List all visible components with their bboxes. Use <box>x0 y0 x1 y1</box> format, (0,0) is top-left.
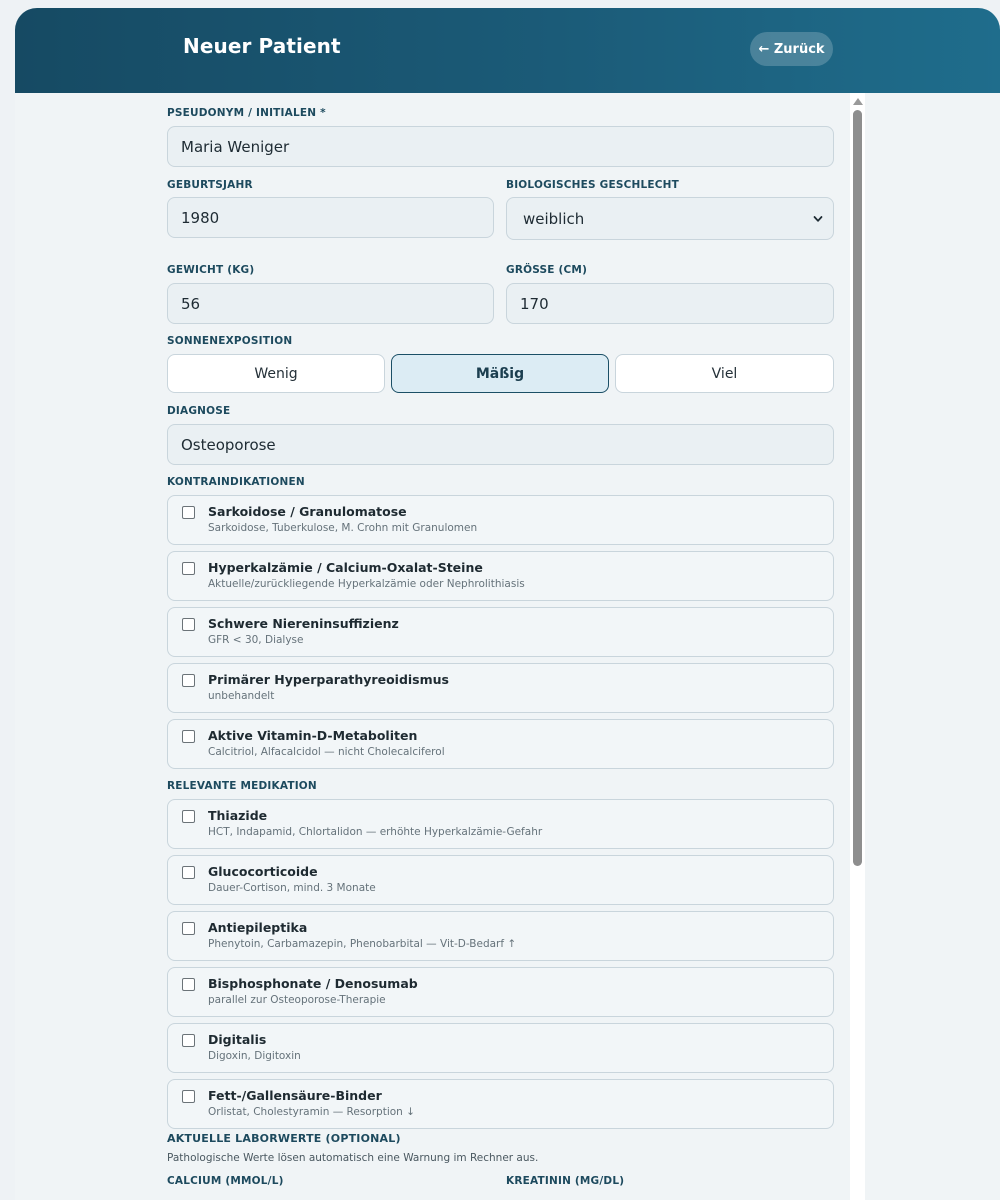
checkbox[interactable] <box>182 506 195 519</box>
item-description: Phenytoin, Carbamazepin, Phenobarbital —… <box>208 938 517 950</box>
item-title: Schwere Niereninsuffizienz <box>208 616 399 631</box>
sun-exposure-label: Sonnenexposition <box>167 335 293 347</box>
medication-label: Relevante Medikation <box>167 780 317 792</box>
medication-item[interactable]: Glucocorticoide Dauer-Cortison, mind. 3 … <box>167 855 834 905</box>
medication-item[interactable]: Bisphosphonate / Denosumab parallel zur … <box>167 967 834 1017</box>
item-title: Antiepileptika <box>208 920 308 935</box>
checkbox[interactable] <box>182 1034 195 1047</box>
weight-input[interactable]: 56 <box>167 283 494 324</box>
height-label: Grösse (cm) <box>506 264 588 276</box>
form-scroll-area: Pseudonym / Initialen * Maria Weniger Ge… <box>15 93 1000 1200</box>
scrollbar-thumb[interactable] <box>853 110 862 866</box>
checkbox[interactable] <box>182 978 195 991</box>
sun-option-high[interactable]: Viel <box>615 354 834 393</box>
birth-year-input[interactable]: 1980 <box>167 197 494 238</box>
item-title: Hyperkalzämie / Calcium-Oxalat-Steine <box>208 560 483 575</box>
sex-select[interactable]: weiblich <box>506 197 834 240</box>
item-description: HCT, Indapamid, Chlortalidon — erhöhte H… <box>208 826 543 838</box>
diagnosis-input[interactable]: Osteoporose <box>167 424 834 465</box>
sex-label: Biologisches Geschlecht <box>506 179 680 191</box>
labs-label: Aktuelle Laborwerte (optional) <box>167 1132 401 1145</box>
labs-note: Pathologische Werte lösen automatisch ei… <box>167 1152 539 1164</box>
item-description: Dauer-Cortison, mind. 3 Monate <box>208 882 376 894</box>
item-description: Orlistat, Cholestyramin — Resorption ↓ <box>208 1106 415 1118</box>
contraindication-item[interactable]: Hyperkalzämie / Calcium-Oxalat-Steine Ak… <box>167 551 834 601</box>
weight-label: Gewicht (kg) <box>167 264 255 276</box>
item-title: Fett-/Gallensäure-Binder <box>208 1088 382 1103</box>
checkbox[interactable] <box>182 618 195 631</box>
item-title: Aktive Vitamin-D-Metaboliten <box>208 728 418 743</box>
item-description: unbehandelt <box>208 690 275 702</box>
item-title: Thiazide <box>208 808 268 823</box>
diagnosis-label: Diagnose <box>167 405 231 417</box>
chevron-down-icon <box>813 215 823 222</box>
medication-item[interactable]: Fett-/Gallensäure-Binder Orlistat, Chole… <box>167 1079 834 1129</box>
scroll-up-arrow-icon[interactable] <box>853 98 863 105</box>
checkbox[interactable] <box>182 730 195 743</box>
sun-option-low[interactable]: Wenig <box>167 354 385 393</box>
contraindications-label: Kontraindikationen <box>167 476 305 488</box>
contraindication-item[interactable]: Schwere Niereninsuffizienz GFR < 30, Dia… <box>167 607 834 657</box>
item-description: Sarkoidose, Tuberkulose, M. Crohn mit Gr… <box>208 522 478 534</box>
pseudonym-input[interactable]: Maria Weniger <box>167 126 834 167</box>
checkbox[interactable] <box>182 922 195 935</box>
birth-year-label: Geburtsjahr <box>167 179 253 191</box>
item-title: Bisphosphonate / Denosumab <box>208 976 418 991</box>
header-bar: Neuer Patient ← Zurück <box>15 8 1000 93</box>
creatinine-label: Kreatinin (mg/dL) <box>506 1175 625 1187</box>
pseudonym-label: Pseudonym / Initialen * <box>167 107 326 119</box>
sun-option-medium[interactable]: Mäßig <box>391 354 609 393</box>
medication-item[interactable]: Antiepileptika Phenytoin, Carbamazepin, … <box>167 911 834 961</box>
item-description: Calcitriol, Alfacalcidol — nicht Choleca… <box>208 746 445 758</box>
item-description: GFR < 30, Dialyse <box>208 634 304 646</box>
app-window: Neuer Patient ← Zurück Pseudonym / Initi… <box>15 8 1000 1200</box>
vertical-scrollbar[interactable] <box>850 93 865 1200</box>
contraindication-item[interactable]: Aktive Vitamin-D-Metaboliten Calcitriol,… <box>167 719 834 769</box>
page-title: Neuer Patient <box>183 34 341 58</box>
back-button[interactable]: ← Zurück <box>750 32 833 66</box>
checkbox[interactable] <box>182 866 195 879</box>
item-title: Glucocorticoide <box>208 864 318 879</box>
medication-item[interactable]: Digitalis Digoxin, Digitoxin <box>167 1023 834 1073</box>
calcium-label: Calcium (mmol/L) <box>167 1175 284 1187</box>
sex-select-value: weiblich <box>523 209 585 228</box>
item-description: parallel zur Osteoporose-Therapie <box>208 994 386 1006</box>
item-title: Digitalis <box>208 1032 267 1047</box>
checkbox[interactable] <box>182 810 195 823</box>
height-input[interactable]: 170 <box>506 283 834 324</box>
medication-item[interactable]: Thiazide HCT, Indapamid, Chlortalidon — … <box>167 799 834 849</box>
checkbox[interactable] <box>182 674 195 687</box>
item-description: Aktuelle/zurückliegende Hyperkalzämie od… <box>208 578 525 590</box>
item-title: Primärer Hyperparathyreoidismus <box>208 672 449 687</box>
checkbox[interactable] <box>182 562 195 575</box>
item-title: Sarkoidose / Granulomatose <box>208 504 407 519</box>
contraindication-item[interactable]: Sarkoidose / Granulomatose Sarkoidose, T… <box>167 495 834 545</box>
item-description: Digoxin, Digitoxin <box>208 1050 301 1062</box>
contraindication-item[interactable]: Primärer Hyperparathyreoidismus unbehand… <box>167 663 834 713</box>
checkbox[interactable] <box>182 1090 195 1103</box>
